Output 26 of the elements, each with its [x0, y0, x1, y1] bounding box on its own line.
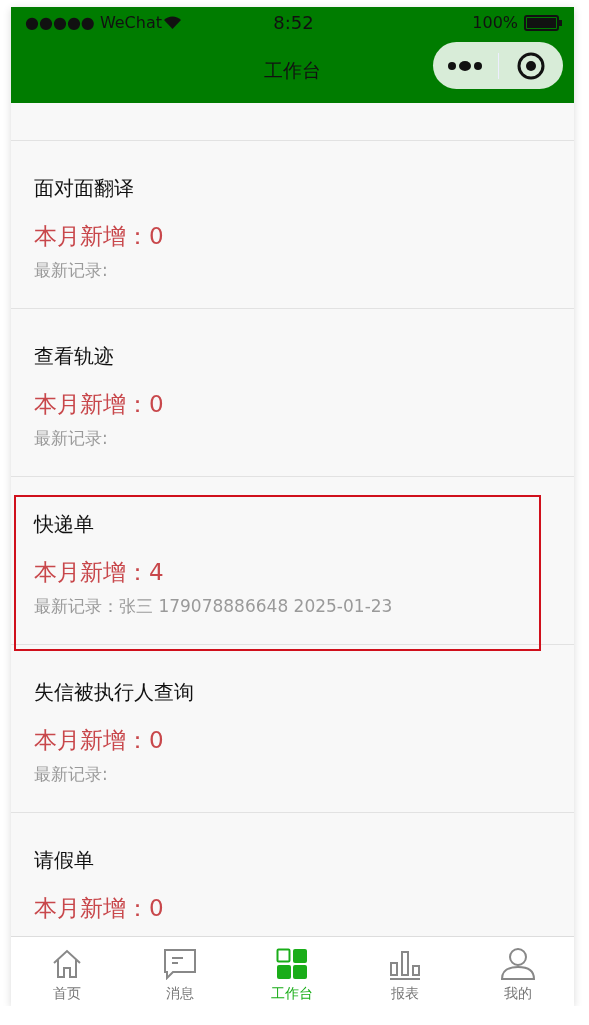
- monthly-count: 本月新增：0: [34, 894, 164, 923]
- monthly-count: 本月新增：0: [34, 222, 164, 251]
- list-item[interactable]: 快递单 本月新增：4 最新记录：张三 179078886648 2025-01-23: [11, 477, 574, 645]
- card-title[interactable]: 面对面翻译: [34, 174, 134, 202]
- card-title[interactable]: 快递单: [34, 510, 94, 538]
- card-title[interactable]: 失信被执行人查询: [34, 678, 194, 706]
- latest-record: 最新记录:: [34, 763, 108, 786]
- tab-item[interactable]: 报表: [348, 937, 462, 1005]
- list-item[interactable]: 面对面翻译 本月新增：0 最新记录:: [11, 141, 574, 309]
- monthly-count: 本月新增：0: [34, 390, 164, 419]
- card-title[interactable]: 请假单: [34, 846, 94, 874]
- tab-item[interactable]: 我的: [461, 937, 574, 1005]
- tab-item[interactable]: 首页: [11, 937, 124, 1005]
- page-title: 工作台: [264, 57, 321, 83]
- clock-time: 8:52: [273, 12, 314, 33]
- latest-record: 最新记录:: [34, 259, 108, 282]
- carrier-name: ●●●●● WeChat: [25, 13, 162, 32]
- battery-percent: 100%: [472, 13, 518, 32]
- latest-record: 最新记录:: [34, 427, 108, 450]
- monthly-count: 本月新增：4: [34, 558, 164, 587]
- latest-record: 最新记录：张三 179078886648 2025-01-23: [34, 595, 393, 618]
- card-title[interactable]: 查看轨迹: [34, 342, 114, 370]
- tab-item[interactable]: 消息: [123, 937, 237, 1005]
- monthly-count: 本月新增：0: [34, 726, 164, 755]
- list-item[interactable]: 查看轨迹 本月新增：0 最新记录:: [11, 309, 574, 477]
- list-item[interactable]: 失信被执行人查询 本月新增：0 最新记录:: [11, 645, 574, 813]
